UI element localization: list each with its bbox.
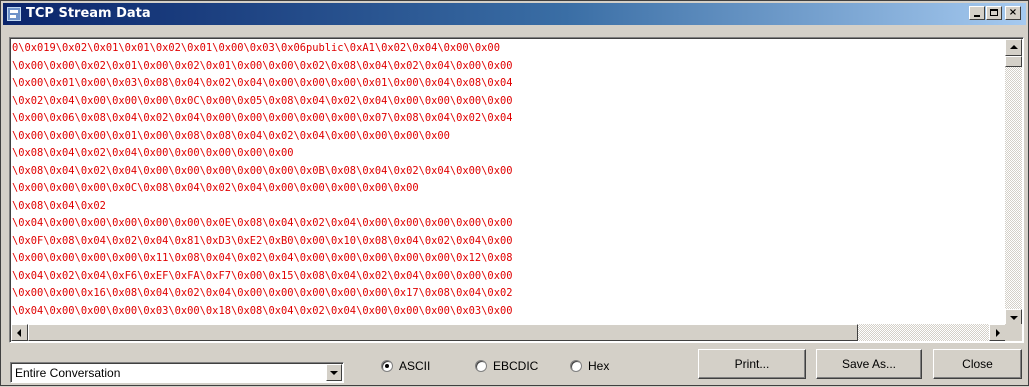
radio-ascii-label: ASCII — [399, 359, 431, 373]
stream-line: \0x04\0x00\0x00\0x00\0x00\0x00\0x0E\0x08… — [12, 217, 513, 229]
conversation-select-value: Entire Conversation — [15, 366, 121, 380]
stream-line: \0x00\0x00\0x00\0x00\0x11\0x08\0x04\0x02… — [12, 252, 513, 264]
bottom-controls: Entire Conversation ASCII EBCDIC Hex Pri… — [1, 347, 1029, 387]
arrow-up-icon — [1010, 45, 1018, 49]
radio-ascii-indicator — [381, 360, 393, 372]
window-title: TCP Stream Data — [26, 6, 151, 21]
stream-line: \0x00\0x00\0x00\0x0C\0x08\0x04\0x02\0x04… — [12, 182, 419, 194]
horizontal-scrollbar[interactable] — [11, 324, 1006, 341]
stream-line: \0x08\0x04\0x02\0x04\0x00\0x00\0x00\0x00… — [12, 147, 294, 159]
stream-line: \0x04\0x00\0x00\0x00\0x03\0x00\0x18\0x08… — [12, 304, 513, 317]
stream-text-area[interactable]: 0\0x019\0x02\0x01\0x01\0x02\0x01\0x00\0x… — [9, 37, 1024, 343]
stream-line: \0x00\0x00\0x00\0x01\0x00\0x08\0x08\0x04… — [12, 129, 450, 142]
close-icon: × — [1008, 7, 1018, 18]
dropdown-button[interactable] — [326, 364, 342, 381]
stream-line: \0x00\0x06\0x08\0x04\0x02\0x04\0x00\0x00… — [12, 112, 513, 124]
conversation-select[interactable]: Entire Conversation — [10, 362, 344, 383]
stream-line: \0x08\0x04\0x02 — [12, 199, 106, 212]
print-button[interactable]: Print... — [698, 349, 806, 379]
close-button[interactable]: Close — [933, 349, 1022, 379]
scrollbar-corner — [1005, 324, 1022, 341]
app-icon — [7, 7, 21, 21]
vertical-scroll-thumb[interactable] — [1005, 56, 1022, 67]
radio-hex-indicator — [570, 360, 582, 372]
stream-line: \0x02\0x04\0x00\0x00\0x00\0x0C\0x00\0x05… — [12, 94, 513, 107]
chevron-down-icon — [330, 371, 338, 375]
arrow-right-icon — [996, 329, 1000, 337]
save-as-button[interactable]: Save As... — [816, 349, 922, 379]
tcp-stream-window: TCP Stream Data × 0\0x019\0x02\0x01\0x01… — [0, 0, 1029, 386]
stream-line: \0x04\0x02\0x04\0xF6\0xEF\0xFA\0xF7\0x00… — [12, 269, 513, 282]
stream-line: \0x00\0x00\0x16\0x08\0x04\0x02\0x04\0x00… — [12, 287, 513, 299]
stream-line: 0\0x019\0x02\0x01\0x01\0x02\0x01\0x00\0x… — [12, 42, 500, 54]
title-bar[interactable]: TCP Stream Data × — [3, 3, 1026, 25]
stream-line: \0x08\0x04\0x02\0x04\0x00\0x00\0x00\0x00… — [12, 164, 513, 177]
radio-ebcdic-label: EBCDIC — [493, 359, 539, 373]
stream-line: \0x00\0x00\0x02\0x01\0x00\0x02\0x01\0x00… — [12, 59, 513, 72]
scroll-right-button[interactable] — [989, 324, 1006, 341]
stream-line: \0x00\0x01\0x00\0x03\0x08\0x04\0x02\0x04… — [12, 77, 513, 89]
radio-hex-label: Hex — [588, 359, 610, 373]
close-window-button[interactable]: × — [1005, 6, 1021, 20]
arrow-down-icon — [1010, 316, 1018, 320]
maximize-button[interactable] — [986, 6, 1002, 20]
radio-ebcdic-indicator — [475, 360, 487, 372]
vertical-scrollbar[interactable] — [1005, 39, 1022, 326]
stream-line: \0x0F\0x08\0x04\0x02\0x04\0x81\0xD3\0xE2… — [12, 234, 513, 247]
stream-lines: 0\0x019\0x02\0x01\0x01\0x02\0x01\0x00\0x… — [12, 40, 1002, 323]
minimize-button[interactable] — [969, 6, 985, 20]
horizontal-scroll-thumb[interactable] — [28, 324, 858, 341]
arrow-left-icon — [17, 329, 21, 337]
scroll-left-button[interactable] — [11, 324, 28, 341]
scroll-up-button[interactable] — [1005, 39, 1022, 56]
